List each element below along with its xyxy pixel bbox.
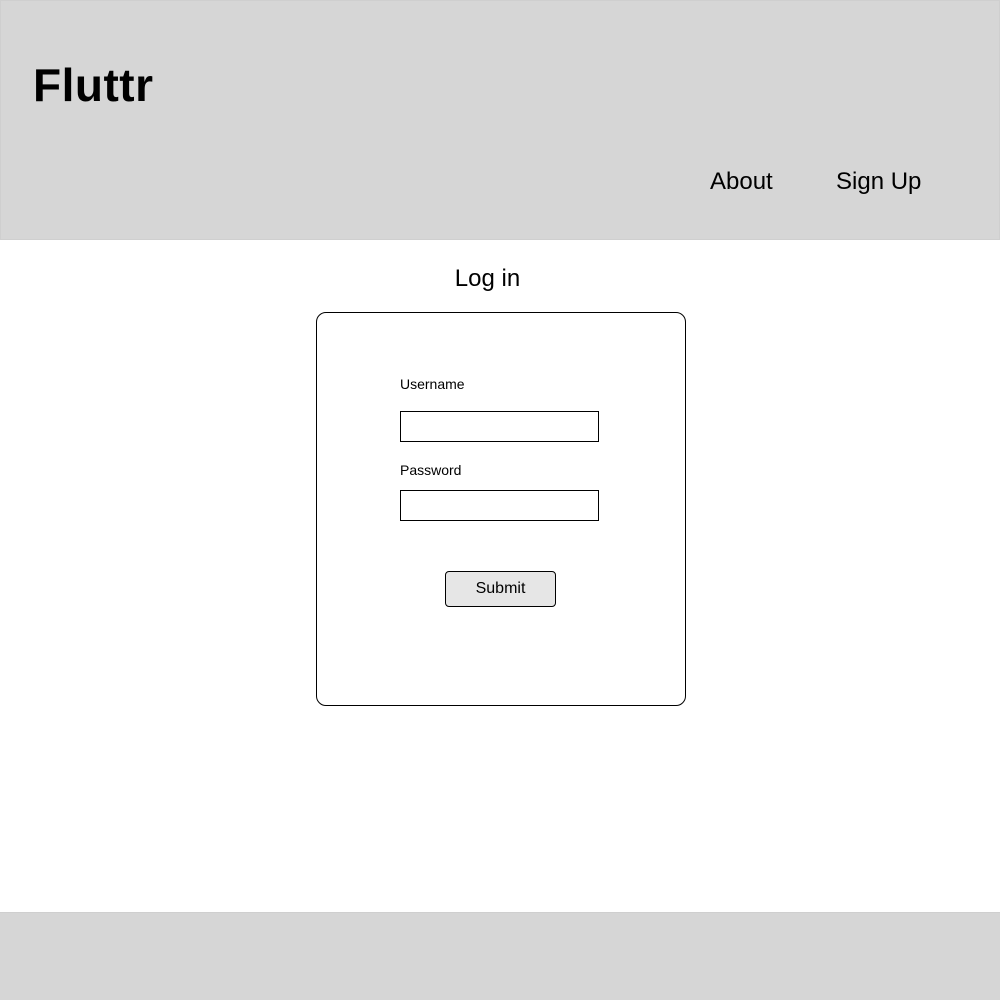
nav-sign-up-link[interactable]: Sign Up	[836, 167, 921, 197]
password-label: Password	[400, 462, 462, 478]
password-input[interactable]	[400, 490, 599, 521]
site-header: Fluttr About Sign Up	[0, 0, 1000, 240]
username-input[interactable]	[400, 411, 599, 442]
login-page: Fluttr About Sign Up Log in Username Pas…	[0, 0, 1000, 1000]
login-form: Username Password Submit	[316, 312, 686, 706]
page-title: Log in	[454, 265, 521, 292]
brand-logo[interactable]: Fluttr	[33, 57, 154, 113]
username-label: Username	[400, 376, 465, 392]
nav-about-link[interactable]: About	[710, 167, 773, 197]
submit-button[interactable]: Submit	[445, 571, 556, 607]
site-footer	[0, 912, 1000, 1000]
